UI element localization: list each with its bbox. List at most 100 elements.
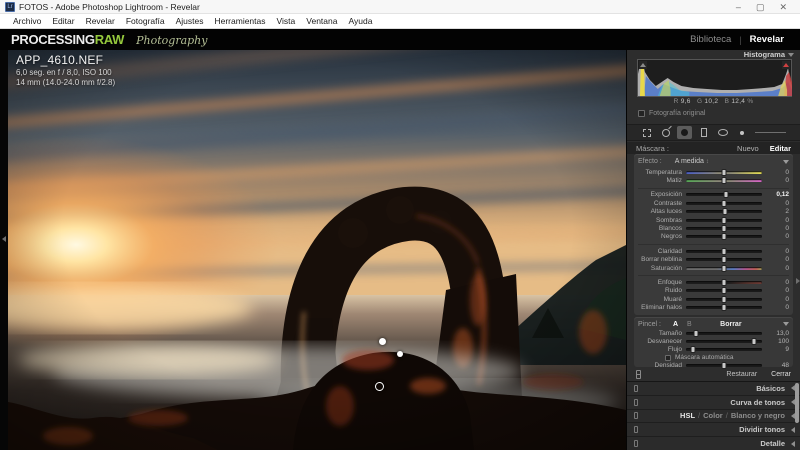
expand-triangle-icon[interactable] bbox=[791, 427, 795, 433]
slider-thumb[interactable] bbox=[722, 225, 727, 232]
panel-switch-icon[interactable] bbox=[636, 370, 641, 379]
slider-thumb[interactable] bbox=[722, 287, 727, 294]
minimize-button[interactable]: – bbox=[736, 1, 741, 13]
mask-new-button[interactable]: Nuevo bbox=[737, 144, 759, 153]
close-tool-button[interactable]: Cerrar bbox=[771, 371, 791, 378]
slider-track-flujo[interactable] bbox=[686, 348, 762, 351]
menu-ventana[interactable]: Ventana bbox=[306, 16, 337, 26]
brush-pin[interactable] bbox=[379, 338, 386, 345]
highlight-clipping-indicator[interactable] bbox=[782, 61, 790, 69]
slider-thumb[interactable] bbox=[690, 346, 695, 353]
slider-track-exposicion[interactable] bbox=[686, 193, 762, 196]
slider-thumb[interactable] bbox=[722, 265, 727, 272]
red-eye-button[interactable] bbox=[677, 126, 692, 139]
brush-cursor-icon[interactable] bbox=[375, 382, 384, 391]
menu-ajustes[interactable]: Ajustes bbox=[176, 16, 204, 26]
expand-triangle-icon[interactable] bbox=[791, 441, 795, 447]
slider-track-tamano[interactable] bbox=[686, 332, 762, 335]
slider-track-negros[interactable] bbox=[686, 235, 762, 238]
slider-thumb[interactable] bbox=[752, 338, 757, 345]
slider-thumb[interactable] bbox=[722, 200, 727, 207]
close-button[interactable]: ✕ bbox=[779, 1, 787, 13]
adjustment-brush-button[interactable] bbox=[734, 126, 749, 139]
slider-thumb[interactable] bbox=[722, 177, 727, 184]
slider-thumb[interactable] bbox=[722, 279, 727, 286]
histogram[interactable] bbox=[637, 59, 792, 97]
graduated-filter-button[interactable] bbox=[696, 126, 711, 139]
slider-track-temperatura[interactable] bbox=[686, 171, 762, 174]
auto-mask-row[interactable]: Máscara automática bbox=[638, 354, 789, 361]
panel-header-detalle[interactable]: Detalle bbox=[627, 437, 800, 450]
panel-flag-icon[interactable] bbox=[783, 322, 789, 326]
left-panel-collapse-strip[interactable] bbox=[0, 50, 8, 450]
panel-header-hsl-color-blanco-y-negro[interactable]: HSL/Color/Blanco y negro bbox=[627, 410, 800, 424]
panel-tab-color[interactable]: Color bbox=[703, 411, 723, 420]
slider-thumb[interactable] bbox=[722, 256, 727, 263]
panel-switch-icon[interactable] bbox=[634, 399, 638, 406]
slider-track-enfoque[interactable] bbox=[686, 281, 762, 284]
module-revelar[interactable]: Revelar bbox=[750, 34, 784, 45]
radial-filter-button[interactable] bbox=[715, 126, 730, 139]
brush-erase-button[interactable]: Borrar bbox=[720, 321, 741, 328]
slider-track-borrar-neblina[interactable] bbox=[686, 258, 762, 261]
maximize-button[interactable]: ▢ bbox=[756, 1, 765, 13]
effect-preset-select[interactable]: A medida bbox=[675, 158, 704, 165]
slider-label: Ruido bbox=[638, 287, 686, 294]
slider-thumb[interactable] bbox=[693, 330, 698, 337]
slider-thumb[interactable] bbox=[722, 217, 727, 224]
panel-header-dividir-tonos[interactable]: Dividir tonos bbox=[627, 423, 800, 437]
slider-track-saturacion[interactable] bbox=[686, 267, 762, 270]
panel-flag-icon[interactable] bbox=[783, 160, 789, 164]
menu-vista[interactable]: Vista bbox=[277, 16, 296, 26]
auto-mask-checkbox[interactable] bbox=[665, 355, 671, 361]
slider-thumb[interactable] bbox=[722, 248, 727, 255]
panel-switch-icon[interactable] bbox=[634, 385, 638, 392]
menu-archivo[interactable]: Archivo bbox=[13, 16, 41, 26]
panel-tab-hsl[interactable]: HSL bbox=[680, 411, 695, 420]
original-photo-checkbox[interactable] bbox=[638, 110, 645, 117]
menu-herramientas[interactable]: Herramientas bbox=[214, 16, 265, 26]
panel-switch-icon[interactable] bbox=[634, 440, 638, 447]
photo-canvas[interactable]: APP_4610.NEF 6,0 seg. en f / 8,0, ISO 10… bbox=[8, 50, 626, 450]
slider-thumb[interactable] bbox=[724, 191, 729, 198]
spot-removal-button[interactable] bbox=[658, 126, 673, 139]
module-biblioteca[interactable]: Biblioteca bbox=[690, 34, 731, 45]
panel-switch-icon[interactable] bbox=[634, 426, 638, 433]
slider-track-ruido[interactable] bbox=[686, 289, 762, 292]
panel-switch-icon[interactable] bbox=[634, 412, 638, 419]
slider-track-matiz[interactable] bbox=[686, 179, 762, 182]
panel-header-basicos[interactable]: Básicos bbox=[627, 382, 800, 396]
brush-a-button[interactable]: A bbox=[673, 321, 678, 328]
histogram-header[interactable]: Histograma bbox=[627, 50, 794, 59]
menu-ayuda[interactable]: Ayuda bbox=[348, 16, 372, 26]
slider-track-eliminar-halos[interactable] bbox=[686, 306, 762, 309]
original-photo-toggle[interactable]: Fotografía original bbox=[638, 110, 705, 117]
restore-button[interactable]: Restaurar bbox=[726, 371, 757, 378]
mask-edit-button[interactable]: Editar bbox=[770, 144, 791, 153]
slider-thumb[interactable] bbox=[722, 296, 727, 303]
shadow-clipping-indicator[interactable] bbox=[639, 61, 647, 69]
slider-thumb[interactable] bbox=[722, 233, 727, 240]
menu-fotografia[interactable]: Fotografía bbox=[126, 16, 165, 26]
slider-thumb[interactable] bbox=[722, 169, 727, 176]
slider-thumb[interactable] bbox=[722, 208, 727, 215]
panel-scrollbar[interactable] bbox=[795, 383, 799, 423]
brush-pin[interactable] bbox=[397, 351, 403, 357]
menu-revelar[interactable]: Revelar bbox=[86, 16, 115, 26]
slider-track-blancos[interactable] bbox=[686, 227, 762, 230]
slider-thumb[interactable] bbox=[722, 304, 727, 311]
slider-track-altas-luces[interactable] bbox=[686, 210, 762, 213]
slider-track-muare[interactable] bbox=[686, 298, 762, 301]
brush-b-button[interactable]: B bbox=[687, 321, 692, 328]
panel-tab-blanco-y-negro[interactable]: Blanco y negro bbox=[731, 411, 785, 420]
slider-track-claridad[interactable] bbox=[686, 250, 762, 253]
crop-tool-button[interactable] bbox=[639, 126, 654, 139]
collapse-left-arrow-icon[interactable] bbox=[2, 236, 6, 242]
slider-track-contraste[interactable] bbox=[686, 202, 762, 205]
slider-track-densidad[interactable] bbox=[686, 364, 762, 367]
slider-track-sombras[interactable] bbox=[686, 219, 762, 222]
slider-track-desvanecer[interactable] bbox=[686, 340, 762, 343]
menu-editar[interactable]: Editar bbox=[52, 16, 74, 26]
collapse-right-arrow-icon[interactable] bbox=[796, 278, 800, 284]
panel-header-curva-de-tonos[interactable]: Curva de tonos bbox=[627, 396, 800, 410]
